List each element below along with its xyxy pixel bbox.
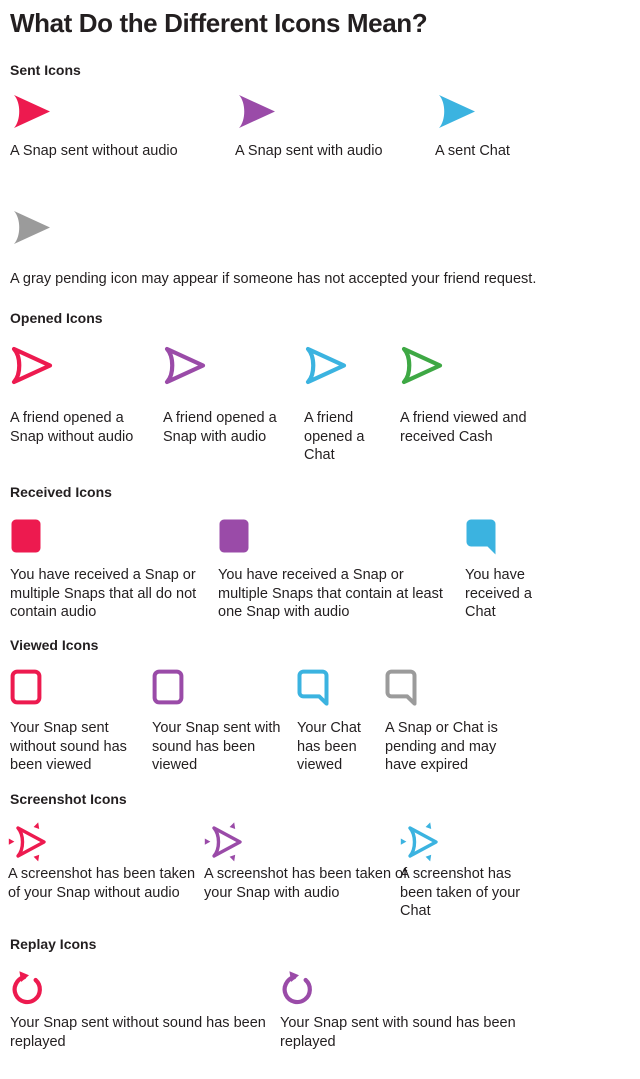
legend-item-caption-wrap: Your Snap sent with sound has been repla… (280, 1014, 530, 1051)
legend-item (218, 518, 450, 562)
outline-arrow-icon (304, 346, 376, 390)
filled-arrow-icon (10, 92, 225, 136)
outline-chat-bubble-icon (297, 669, 375, 713)
legend-item-caption: Your Snap sent with sound has been repla… (280, 1015, 516, 1050)
legend-item (152, 669, 285, 713)
legend-item (400, 820, 540, 864)
page-title: What Do the Different Icons Mean? (10, 8, 428, 38)
screenshot-arrow-icon (8, 820, 203, 864)
legend-item (204, 820, 424, 864)
legend-item (304, 346, 376, 390)
legend-item (435, 92, 615, 136)
section-heading-screenshot-icons: Screenshot Icons (10, 791, 127, 807)
legend-item-caption-wrap: Your Snap sent with sound has been viewe… (152, 719, 285, 775)
legend-item-caption: A screenshot has been taken of your Snap… (8, 866, 196, 901)
legend-item-caption-wrap: A screenshot has been taken of your Snap… (204, 865, 424, 902)
outline-arrow-icon (163, 346, 293, 390)
legend-item-caption: A sent Chat (435, 143, 510, 159)
filled-arrow-icon (435, 92, 615, 136)
legend-item (10, 518, 210, 562)
outline-square-icon (10, 669, 150, 713)
legend-item-caption-wrap: You have received a Snap or multiple Sna… (218, 566, 450, 622)
legend-item (280, 968, 530, 1012)
legend-item-caption-wrap: A screenshot has been taken of your Chat (400, 865, 540, 921)
legend-item-caption-wrap: Your Chat has been viewed (297, 719, 375, 775)
legend-item-caption-wrap: You have received a Chat (465, 566, 565, 622)
outline-square-icon (152, 669, 285, 713)
legend-item-caption-wrap: A screenshot has been taken of your Snap… (8, 865, 203, 902)
section-heading-replay-icons: Replay Icons (10, 936, 97, 952)
filled-square-icon (218, 518, 450, 562)
legend-item (10, 346, 155, 390)
filled-arrow-icon (10, 208, 54, 252)
filled-square-icon (10, 518, 210, 562)
legend-item-caption: A friend viewed and received Cash (400, 410, 527, 445)
legend-item-caption-wrap: Your Snap sent without sound has been vi… (10, 719, 150, 775)
legend-item-caption: Your Snap sent with sound has been viewe… (152, 720, 281, 774)
screenshot-arrow-icon (204, 820, 424, 864)
legend-item-caption: You have received a Snap or multiple Sna… (10, 567, 197, 621)
legend-item-caption: A friend opened a Snap without audio (10, 410, 134, 445)
replay-circle-arrow-icon (10, 968, 278, 1012)
legend-item-caption: Your Chat has been viewed (297, 720, 361, 774)
legend-item-caption-wrap: A friend opened a Snap without audio (10, 409, 155, 446)
legend-item (10, 92, 225, 136)
replay-circle-arrow-icon (280, 968, 530, 1012)
filled-arrow-icon (235, 92, 420, 136)
outline-chat-bubble-icon (385, 669, 525, 713)
legend-item-caption-wrap: A Snap sent with audio (235, 142, 420, 161)
legend-item-caption-wrap: A Snap or Chat is pending and may have e… (385, 719, 525, 775)
legend-item-caption: A friend opened a Snap with audio (163, 410, 277, 445)
legend-item-caption: Your Snap sent without sound has been vi… (10, 720, 127, 774)
icon-legend-page: What Do the Different Icons Mean? Sent I… (0, 0, 640, 1079)
legend-item (163, 346, 293, 390)
legend-item-caption: Your Snap sent without sound has been re… (10, 1015, 266, 1050)
legend-item-caption: A friend opened a Chat (304, 410, 365, 464)
pending-note-text: A gray pending icon may appear if someon… (10, 271, 537, 287)
legend-item-caption: A screenshot has been taken of your Snap… (204, 866, 408, 901)
section-heading-received-icons: Received Icons (10, 484, 112, 500)
section-heading-sent-icons: Sent Icons (10, 62, 81, 78)
outline-arrow-icon (10, 346, 155, 390)
legend-item (465, 518, 565, 562)
legend-item-caption-wrap: Your Snap sent without sound has been re… (10, 1014, 278, 1051)
legend-item-caption-wrap: A Snap sent without audio (10, 142, 225, 161)
screenshot-arrow-icon (400, 820, 540, 864)
legend-item-caption: You have received a Snap or multiple Sna… (218, 567, 443, 621)
legend-item (8, 820, 203, 864)
legend-item (235, 92, 420, 136)
legend-item-caption-wrap: A friend viewed and received Cash (400, 409, 555, 446)
legend-item-caption: A Snap or Chat is pending and may have e… (385, 720, 498, 774)
legend-item (10, 968, 278, 1012)
section-heading-opened-icons: Opened Icons (10, 310, 103, 326)
legend-item (385, 669, 525, 713)
legend-item-caption: A screenshot has been taken of your Chat (400, 866, 521, 920)
pending-note-icon-wrap (10, 208, 54, 252)
legend-item-caption-wrap: You have received a Snap or multiple Sna… (10, 566, 210, 622)
legend-item-caption: A Snap sent without audio (10, 143, 178, 159)
legend-item-caption: A Snap sent with audio (235, 143, 383, 159)
outline-arrow-icon (400, 346, 555, 390)
legend-item (297, 669, 375, 713)
filled-chat-bubble-icon (465, 518, 565, 562)
legend-item-caption-wrap: A friend opened a Snap with audio (163, 409, 293, 446)
legend-item (400, 346, 555, 390)
legend-item-caption-wrap: A friend opened a Chat (304, 409, 376, 465)
legend-item-caption-wrap: A sent Chat (435, 142, 615, 161)
legend-item (10, 669, 150, 713)
legend-item-caption: You have received a Chat (465, 567, 532, 621)
section-heading-viewed-icons: Viewed Icons (10, 637, 99, 653)
